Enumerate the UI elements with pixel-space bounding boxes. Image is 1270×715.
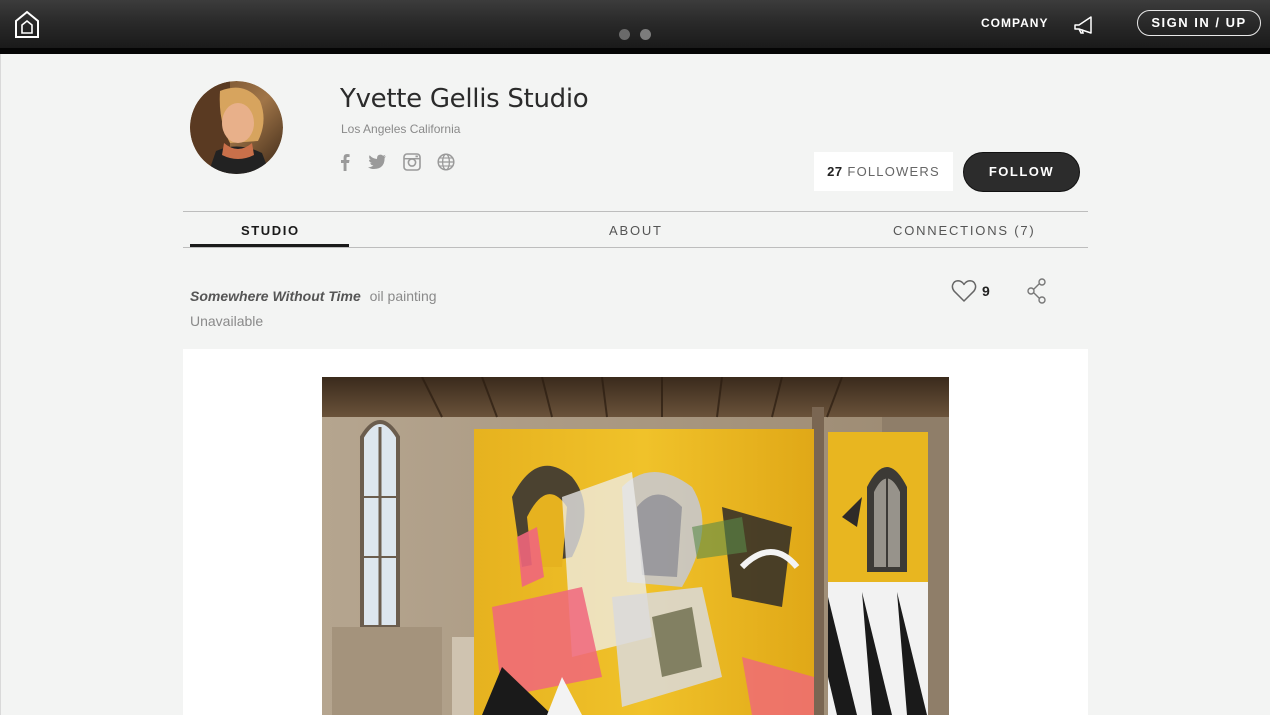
home-logo-icon[interactable] (13, 9, 41, 39)
slider-dots (619, 29, 651, 40)
website-globe-icon[interactable] (437, 153, 455, 176)
tab-studio[interactable]: STUDIO (241, 223, 300, 238)
slider-dot-2[interactable] (640, 29, 651, 40)
tabs-divider-bottom (183, 247, 1088, 248)
company-link[interactable]: COMPANY (981, 16, 1048, 30)
megaphone-icon[interactable] (1072, 13, 1096, 35)
tab-connections[interactable]: CONNECTIONS (7) (893, 223, 1036, 238)
studio-location: Los Angeles California (341, 122, 461, 136)
followers-count: 27 (827, 164, 843, 179)
heart-icon[interactable] (951, 279, 977, 303)
studio-name: Yvette Gellis Studio (340, 84, 589, 114)
facebook-icon[interactable] (339, 153, 351, 176)
like-count: 9 (982, 283, 990, 299)
artwork-availability: Unavailable (190, 313, 264, 329)
sign-in-up-button[interactable]: SIGN IN / UP (1137, 10, 1261, 36)
followers-count-button[interactable]: 27 FOLLOWERS (814, 152, 953, 191)
instagram-icon[interactable] (403, 153, 421, 176)
twitter-icon[interactable] (367, 154, 387, 175)
artwork-title-line: Somewhere Without Time oil painting (190, 288, 437, 304)
slider-dot-1[interactable] (619, 29, 630, 40)
avatar[interactable] (190, 81, 283, 174)
artwork-title[interactable]: Somewhere Without Time (190, 288, 361, 304)
page-edge (0, 54, 1, 715)
social-links (339, 153, 455, 176)
share-icon[interactable] (1026, 278, 1048, 304)
tab-about[interactable]: ABOUT (609, 223, 663, 238)
top-bar-divider (0, 48, 1270, 54)
artwork-medium: oil painting (369, 288, 437, 304)
tabs-divider-top (183, 211, 1088, 212)
followers-label: FOLLOWERS (847, 164, 940, 179)
artwork-image[interactable] (322, 377, 949, 715)
active-tab-indicator (190, 244, 349, 247)
follow-button[interactable]: FOLLOW (963, 152, 1080, 192)
